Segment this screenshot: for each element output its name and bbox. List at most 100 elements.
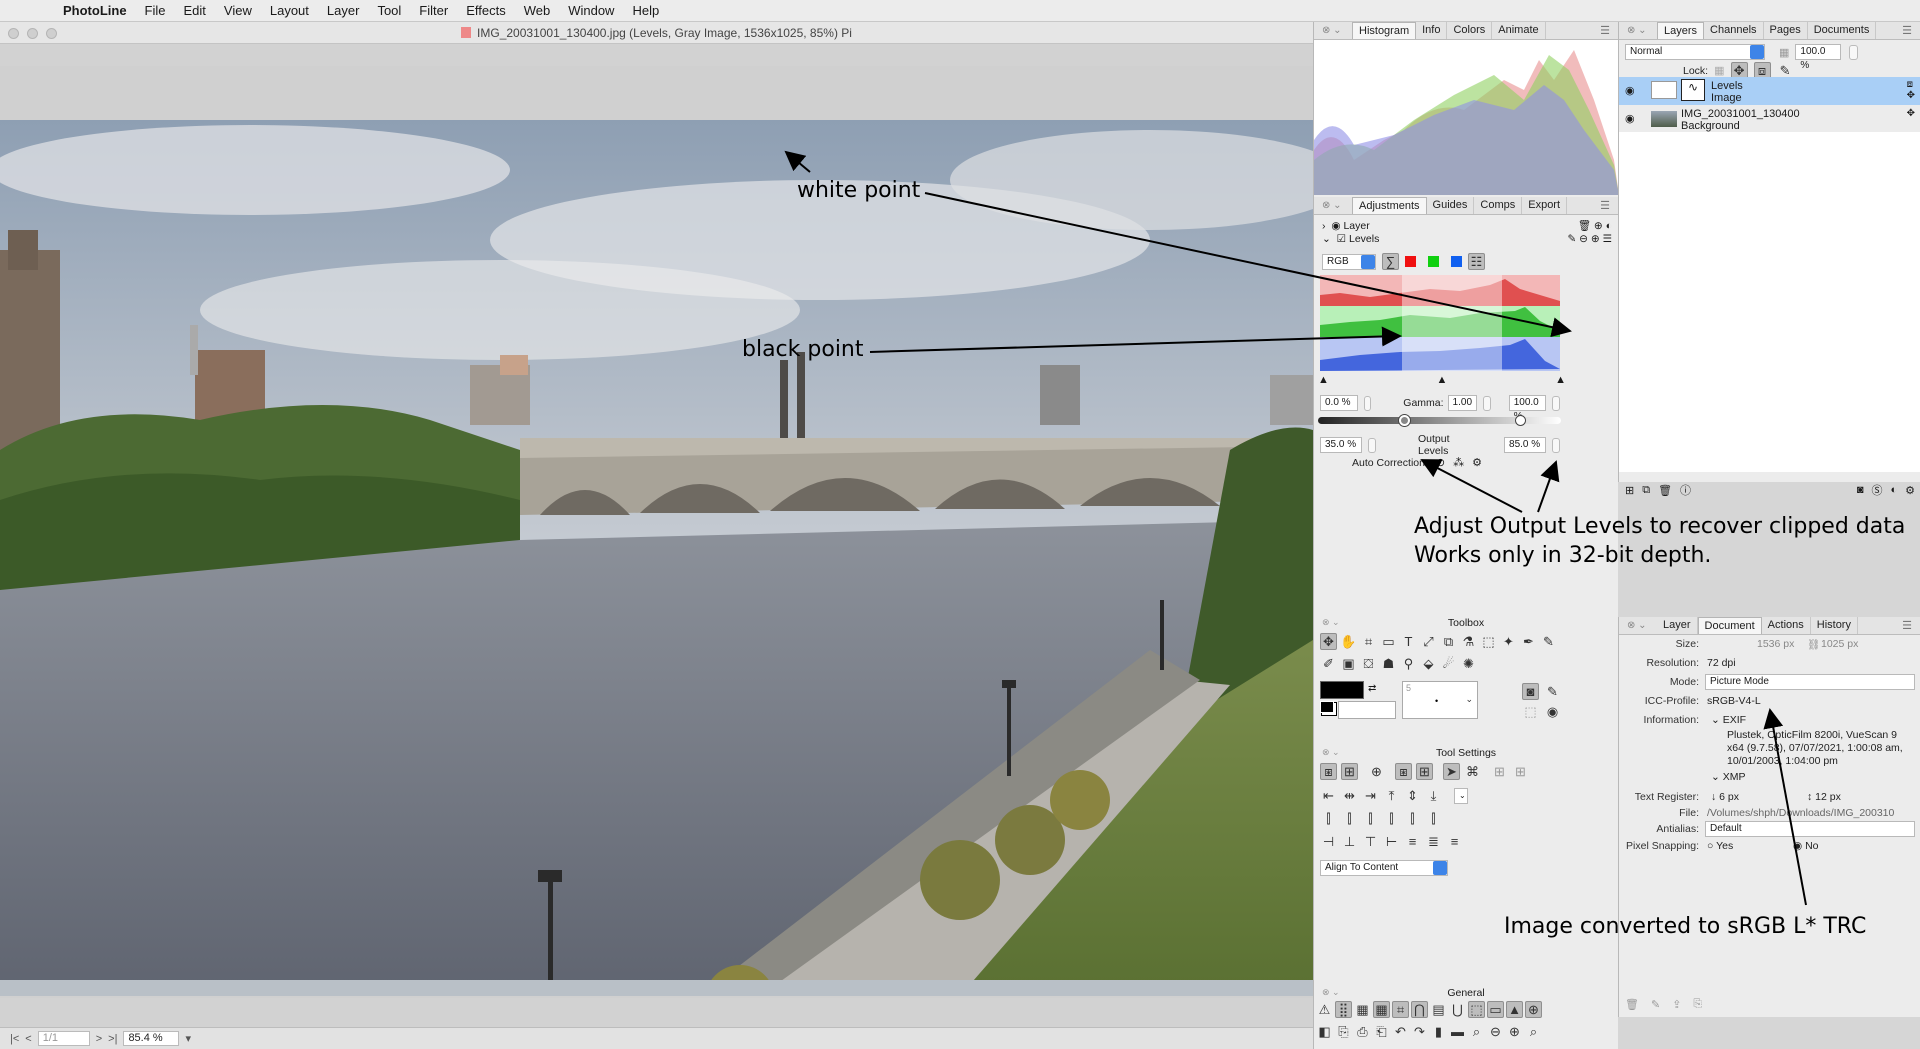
brush-preview[interactable]: 5 • ⌄ (1402, 681, 1478, 719)
magnet-icon[interactable]: ⋂ (1411, 1001, 1428, 1018)
grid-select-icon[interactable]: ⊞ (1341, 763, 1358, 780)
align-hcenter-icon[interactable]: ⇹ (1341, 787, 1358, 804)
distribute-5-icon[interactable]: ⫿ (1404, 810, 1421, 827)
tab-layer[interactable]: Layer (1657, 617, 1698, 634)
lock-transparency-icon[interactable]: ▦ (1714, 64, 1724, 77)
menu-app[interactable]: PhotoLine (54, 0, 136, 22)
green-channel-button[interactable] (1428, 256, 1439, 267)
save-icon[interactable]: ⎙ (1354, 1023, 1371, 1040)
auto-select-icon[interactable]: ⧆ (1320, 763, 1337, 780)
fill-tool-icon[interactable]: ⛋ (1360, 655, 1377, 672)
blend-mode-select[interactable]: Normal (1625, 44, 1765, 60)
opacity-stepper[interactable] (1849, 44, 1859, 60)
mode-select[interactable]: Picture Mode (1705, 674, 1915, 690)
output-black-field[interactable]: 35.0 % (1320, 437, 1362, 453)
eye-icon[interactable]: ◉ (1331, 220, 1340, 232)
distribute-3-icon[interactable]: ⫿ (1362, 810, 1379, 827)
grid-snap-icon[interactable]: ▦ (1373, 1001, 1390, 1018)
output-black-handle[interactable] (1399, 415, 1410, 426)
zoom-out-icon[interactable]: ⊖ (1487, 1023, 1504, 1040)
columns-icon[interactable]: ▮ (1430, 1023, 1447, 1040)
photo-image[interactable] (0, 120, 1313, 996)
align-to-select[interactable]: Align To Content (1320, 860, 1448, 876)
input-white-stepper[interactable] (1552, 395, 1560, 411)
panel-icon[interactable]: ◧ (1316, 1023, 1333, 1040)
menu-help[interactable]: Help (623, 0, 668, 22)
auto-levels-icon[interactable]: ⊙ (1436, 456, 1445, 469)
layer-row-background[interactable]: ◉ IMG_20031001_130400 Background ✥ (1619, 106, 1920, 132)
sparkle-tool-icon[interactable]: ✺ (1460, 655, 1477, 672)
menu-layer[interactable]: Layer (318, 0, 369, 22)
output-white-stepper[interactable] (1551, 437, 1560, 453)
trash-icon[interactable]: 🗑 (1658, 484, 1672, 497)
gradient-tool-icon[interactable]: ▣ (1340, 655, 1357, 672)
tab-comps[interactable]: Comps (1474, 197, 1523, 214)
xmp-toggle[interactable]: ⌄ XMP (1711, 771, 1745, 783)
opacity-field[interactable]: 100.0 % (1795, 44, 1842, 71)
menu-tool[interactable]: Tool (368, 0, 410, 22)
target-icon[interactable]: ⊕ (1368, 763, 1385, 780)
panel-menu-icon[interactable]: ☰ (1600, 199, 1610, 212)
page-field[interactable]: 1/1 (37, 1031, 90, 1046)
mask-icon[interactable]: ◙ (1857, 484, 1864, 496)
trash-icon[interactable]: 🗑 (1625, 998, 1639, 1011)
quick-edit-icon[interactable]: ✎ (1544, 683, 1561, 700)
layer-row-levels[interactable]: ◉ ∿ Levels Image ⧈ ✥ (1619, 77, 1920, 105)
panel-close-icon[interactable]: ⊗ ⌄ (1322, 987, 1340, 998)
space-1-icon[interactable]: ⊣ (1320, 833, 1337, 850)
register-b-value[interactable]: ↕ 12 px (1807, 791, 1841, 803)
channel-select[interactable]: RGB (1322, 253, 1376, 270)
levels-row-actions-icon[interactable]: ✎ ⊖ ⊕ ☰ (1567, 233, 1612, 245)
space-5-icon[interactable]: ≡ (1404, 833, 1421, 850)
menu-window[interactable]: Window (559, 0, 623, 22)
checkbox-icon[interactable]: ☑ (1337, 233, 1346, 245)
command-icon[interactable]: ⌘ (1464, 763, 1481, 780)
tab-document[interactable]: Document (1697, 617, 1762, 634)
align-vcenter-icon[interactable]: ⇕ (1404, 787, 1421, 804)
panel-close-icon[interactable]: ⊗ ⌄ (1322, 747, 1340, 758)
pointer-icon[interactable]: ➤ (1443, 763, 1460, 780)
warning-icon[interactable]: ⚠ (1316, 1001, 1333, 1018)
zoom-100-icon[interactable]: ⌕ (1525, 1023, 1542, 1040)
zoom-button[interactable] (46, 28, 57, 39)
output-black-stepper[interactable] (1367, 437, 1376, 453)
tab-channels[interactable]: Channels (1704, 22, 1764, 39)
eyedropper-tool-icon[interactable]: ⚗ (1460, 633, 1477, 650)
panel-close-icon[interactable]: ⊗ ⌄ (1314, 200, 1352, 211)
menu-web[interactable]: Web (515, 0, 560, 22)
panel-menu-icon[interactable]: ☰ (1902, 24, 1912, 37)
antialias-select[interactable]: Default (1705, 821, 1915, 837)
canvas-area[interactable] (0, 66, 1313, 998)
grid-options-2-icon[interactable]: ⊞ (1512, 763, 1529, 780)
space-4-icon[interactable]: ⊢ (1383, 833, 1400, 850)
register-a-value[interactable]: ↓ 6 px (1711, 791, 1739, 803)
snap-no-radio[interactable]: ◉ No (1793, 840, 1819, 852)
chevron-right-icon[interactable]: › (1322, 220, 1326, 232)
crop-tool-icon[interactable]: ⌗ (1360, 633, 1377, 650)
black-point-handle[interactable]: ▲ (1318, 374, 1329, 386)
gear-icon[interactable]: ⚙ (1905, 484, 1915, 497)
histogram-icon[interactable]: ▲ (1506, 1001, 1523, 1018)
info-icon[interactable]: ⓘ (1680, 482, 1691, 498)
gamma-stepper[interactable] (1483, 395, 1491, 411)
output-white-field[interactable]: 85.0 % (1504, 437, 1546, 453)
align-dropdown[interactable]: ⌄ (1454, 787, 1468, 804)
menu-edit[interactable]: Edit (175, 0, 215, 22)
grid-dots-icon[interactable]: ⣿ (1335, 1001, 1352, 1018)
next-page-icon[interactable]: > (96, 1033, 102, 1045)
panel-menu-icon[interactable]: ☰ (1902, 619, 1912, 632)
input-black-field[interactable]: 0.0 % (1320, 395, 1358, 411)
frame-icon[interactable]: ⬚ (1468, 1001, 1485, 1018)
panel-close-icon[interactable]: ⊗ ⌄ (1314, 25, 1352, 36)
film-icon[interactable]: ▭ (1487, 1001, 1504, 1018)
curves-options-icon[interactable]: ☷ (1468, 253, 1485, 270)
align-left-icon[interactable]: ⇤ (1320, 787, 1337, 804)
default-colors-icon[interactable] (1320, 701, 1334, 713)
last-page-icon[interactable]: >| (108, 1033, 117, 1045)
stamp-tool-icon[interactable]: ⚲ (1400, 655, 1417, 672)
red-channel-button[interactable] (1405, 256, 1416, 267)
zoom-in-icon[interactable]: ⊕ (1506, 1023, 1523, 1040)
menu-file[interactable]: File (136, 0, 175, 22)
align-bottom-icon[interactable]: ⤓ (1425, 787, 1442, 804)
gamma-field[interactable]: 1.00 (1447, 395, 1478, 411)
